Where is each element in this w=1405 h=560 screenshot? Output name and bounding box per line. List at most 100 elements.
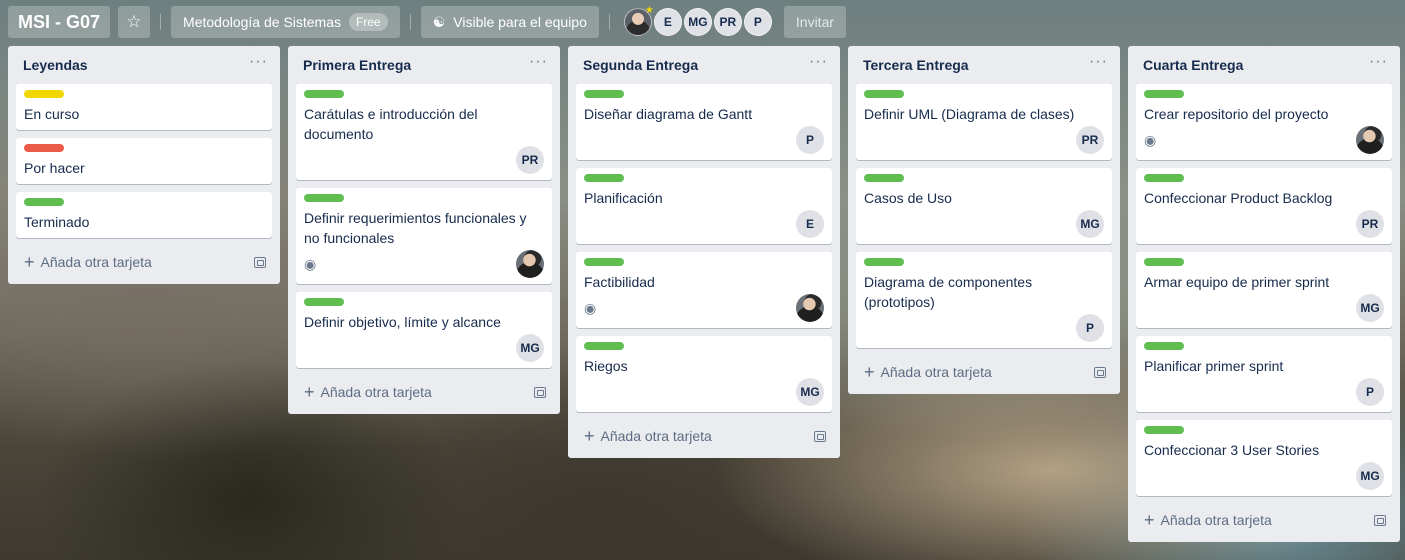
list-header[interactable]: Segunda Entrega ··· [576,46,832,84]
list-menu-icon[interactable]: ··· [249,54,268,76]
card[interactable]: Por hacer [16,138,272,184]
card[interactable]: Factibilidad ◉ [576,252,832,328]
card-member-avatar[interactable]: PR [1356,210,1384,238]
card-label-green[interactable] [304,90,344,98]
list-title[interactable]: Cuarta Entrega [1143,57,1243,73]
visibility-button[interactable]: ☯ Visible para el equipo [420,6,599,38]
list-header[interactable]: Primera Entrega ··· [296,46,552,84]
card[interactable]: Carátulas e introducción del documento PR [296,84,552,180]
card-label-yellow[interactable] [24,90,64,98]
list-menu-icon[interactable]: ··· [1089,54,1108,76]
list-title[interactable]: Segunda Entrega [583,57,698,73]
list-2: Primera Entrega ··· Carátulas e introducci… [288,46,560,414]
card-label-green[interactable] [584,342,624,350]
create-from-template-icon[interactable] [814,430,826,442]
card-member-avatar[interactable]: E [796,210,824,238]
card-member-avatar[interactable]: P [1356,378,1384,406]
card-member-avatar[interactable]: MG [1356,294,1384,322]
list-title[interactable]: Primera Entrega [303,57,411,73]
card-member-avatar[interactable]: P [796,126,824,154]
member-avatar-owner[interactable]: ★ [623,5,654,36]
add-card-button[interactable]: + Añada otra tarjeta [856,356,1112,388]
create-from-template-icon[interactable] [254,256,266,268]
create-from-template-icon[interactable] [534,386,546,398]
card[interactable]: Confeccionar 3 User Stories MG [1136,420,1392,496]
card-badges: PR [864,126,1104,154]
card-label-green[interactable] [304,194,344,202]
card[interactable]: Riegos MG [576,336,832,412]
list-header[interactable]: Leyendas ··· [16,46,272,84]
card[interactable]: Definir requerimientos funcionales y no … [296,188,552,284]
card-member-avatar[interactable]: MG [516,334,544,362]
card[interactable]: Crear repositorio del proyecto ◉ [1136,84,1392,160]
card-label-green[interactable] [864,90,904,98]
member-avatar[interactable]: E [653,8,682,36]
list-header[interactable]: Cuarta Entrega ··· [1136,46,1392,84]
card-title: Carátulas e introducción del documento [304,106,478,142]
card-member-avatar[interactable]: MG [796,378,824,406]
list-menu-icon[interactable]: ··· [809,54,828,76]
card-label-green[interactable] [1144,90,1184,98]
card-label-green[interactable] [1144,426,1184,434]
card-label-green[interactable] [1144,342,1184,350]
add-card-button[interactable]: + Añada otra tarjeta [16,246,272,278]
add-card-row: + Añada otra tarjeta [864,363,992,381]
member-avatar[interactable]: PR [713,8,742,36]
card-badges: PR [1144,210,1384,238]
card[interactable]: En curso [16,84,272,130]
card[interactable]: Diagrama de componentes (prototipos) P [856,252,1112,348]
list-menu-icon[interactable]: ··· [529,54,548,76]
card-label-green[interactable] [584,90,624,98]
card-badges: PR [304,146,544,174]
card-member-avatar[interactable]: PR [1076,126,1104,154]
card[interactable]: Definir objetivo, límite y alcance MG [296,292,552,368]
header-divider [409,14,411,30]
card-label-green[interactable] [584,174,624,182]
card-label-green[interactable] [864,174,904,182]
card-label-green[interactable] [24,198,64,206]
card-badges: ◉ [1144,126,1384,154]
list-title[interactable]: Leyendas [23,57,88,73]
card[interactable]: Casos de Uso MG [856,168,1112,244]
card-member-avatar[interactable] [1356,126,1384,154]
board-header: MSI - G07 ☆ Metodología de Sistemas Free… [0,0,1405,44]
card-title: Planificar primer sprint [1144,358,1284,374]
card-label-green[interactable] [304,298,344,306]
card-label-green[interactable] [1144,174,1184,182]
card-member-avatar[interactable]: MG [1356,462,1384,490]
card[interactable]: Planificar primer sprint P [1136,336,1392,412]
card-member-avatar[interactable]: MG [1076,210,1104,238]
list-title[interactable]: Tercera Entrega [863,57,969,73]
card-label-green[interactable] [584,258,624,266]
card[interactable]: Terminado [16,192,272,238]
card[interactable]: Definir UML (Diagrama de clases) PR [856,84,1112,160]
card[interactable]: Confeccionar Product Backlog PR [1136,168,1392,244]
card-label-red[interactable] [24,144,64,152]
invite-button[interactable]: Invitar [783,6,847,38]
card-label-green[interactable] [864,258,904,266]
star-button[interactable]: ☆ [118,6,151,38]
card[interactable]: Armar equipo de primer sprint MG [1136,252,1392,328]
create-from-template-icon[interactable] [1374,514,1386,526]
card-label-green[interactable] [1144,258,1184,266]
create-from-template-icon[interactable] [1094,366,1106,378]
card-badges: MG [1144,294,1384,322]
member-avatar[interactable]: MG [683,8,712,36]
card-badges: ◉ [584,294,824,322]
board-members: ★ E MG PR P [623,5,772,36]
add-card-button[interactable]: + Añada otra tarjeta [576,420,832,452]
card-member-avatar[interactable]: PR [516,146,544,174]
team-button[interactable]: Metodología de Sistemas Free [171,6,400,38]
card[interactable]: Planificación E [576,168,832,244]
add-card-button[interactable]: + Añada otra tarjeta [296,376,552,408]
add-card-button[interactable]: + Añada otra tarjeta [1136,504,1392,536]
list-header[interactable]: Tercera Entrega ··· [856,46,1112,84]
board-title[interactable]: MSI - G07 [8,6,111,38]
member-avatar[interactable]: P [743,8,772,36]
plus-icon: + [864,362,875,382]
list-menu-icon[interactable]: ··· [1369,54,1388,76]
card-member-avatar[interactable] [796,294,824,322]
card[interactable]: Diseñar diagrama de Gantt P [576,84,832,160]
card-member-avatar[interactable] [516,250,544,278]
card-member-avatar[interactable]: P [1076,314,1104,342]
